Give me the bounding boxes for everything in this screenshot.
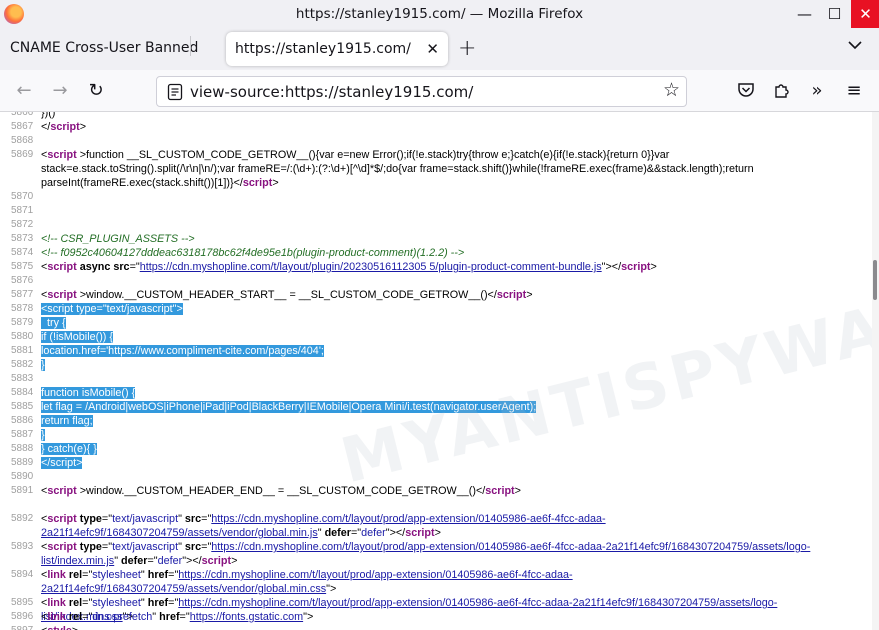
line-number: 5871 bbox=[11, 205, 34, 216]
url-bar[interactable]: view-source:https://stanley1915.com/ ☆ bbox=[156, 76, 687, 107]
line-number: 5881 bbox=[11, 345, 34, 356]
extensions-button[interactable] bbox=[770, 78, 794, 102]
window-titlebar: https://stanley1915.com/ — Mozilla Firef… bbox=[0, 0, 879, 30]
source-code-text: <script >window.__CUSTOM_HEADER_START__ … bbox=[41, 289, 533, 301]
line-number: 5869 bbox=[11, 149, 34, 160]
list-all-tabs-button[interactable] bbox=[848, 38, 862, 54]
line-number: 5867 bbox=[11, 121, 34, 132]
line-number: 5893 bbox=[11, 541, 34, 552]
url-text[interactable]: view-source:https://stanley1915.com/ bbox=[190, 83, 473, 101]
line-number: 5872 bbox=[11, 219, 34, 230]
line-number: 5875 bbox=[11, 261, 34, 272]
source-code-text: <!-- CSR_PLUGIN_ASSETS --> bbox=[41, 233, 195, 245]
source-code-text: } bbox=[41, 359, 45, 371]
maximize-button[interactable]: ☐ bbox=[820, 0, 849, 28]
line-number: 5889 bbox=[11, 457, 34, 468]
line-number: 5894 bbox=[11, 569, 34, 580]
source-code-text: if (!isMobile()) { bbox=[41, 331, 113, 343]
source-code-text: <style> bbox=[41, 624, 866, 630]
line-number: 5888 bbox=[11, 443, 34, 454]
source-code-text: <script async src="https://cdn.myshoplin… bbox=[41, 261, 657, 273]
line-number: 5884 bbox=[11, 387, 34, 398]
source-code-text: </script> bbox=[41, 121, 87, 133]
line-number: 5885 bbox=[11, 401, 34, 412]
line-number: 5874 bbox=[11, 247, 34, 258]
new-tab-button[interactable]: + bbox=[458, 36, 476, 61]
source-code-text: } bbox=[41, 429, 45, 441]
app-menu-button[interactable]: ≡ bbox=[842, 78, 866, 102]
line-number: 5892 bbox=[11, 513, 34, 524]
line-number: 5897 bbox=[11, 624, 39, 630]
line-number: 5891 bbox=[11, 485, 34, 496]
tab-stanley1915[interactable]: https://stanley1915.com/ ✕ bbox=[226, 32, 448, 66]
line-number: 5896 bbox=[11, 611, 34, 622]
source-code-text: <!-- f0952c40604127dddeac6318178bc62f4de… bbox=[41, 247, 465, 259]
source-code-text: location.href='https://www.compliment-ci… bbox=[41, 345, 324, 357]
source-code-text: <link rel="dns-prefetch" href="https://f… bbox=[41, 611, 314, 623]
tab-close-icon[interactable]: ✕ bbox=[426, 40, 439, 58]
puzzle-piece-icon bbox=[775, 84, 789, 98]
pocket-button[interactable] bbox=[734, 78, 758, 102]
source-code-text: return flag; bbox=[41, 415, 93, 427]
more-tools-button[interactable]: » bbox=[805, 78, 829, 102]
line-number: 5868 bbox=[11, 135, 34, 146]
line-number: 5890 bbox=[11, 471, 34, 482]
close-window-button[interactable]: ✕ bbox=[851, 0, 879, 28]
line-number: 5873 bbox=[11, 233, 34, 244]
bookmark-star-icon[interactable]: ☆ bbox=[663, 79, 680, 101]
source-code-text: <script >window.__CUSTOM_HEADER_END__ = … bbox=[41, 485, 521, 497]
tab-cname-cross-user[interactable]: CNAME Cross-User Banned bbox=[0, 30, 222, 66]
tab-separator bbox=[190, 36, 191, 56]
source-code-text: <script type="text/javascript" src="http… bbox=[41, 541, 811, 567]
source-code-text: <link rel="stylesheet" href="https://cdn… bbox=[41, 569, 573, 595]
line-number: 5886 bbox=[11, 415, 34, 426]
line-number: 5879 bbox=[11, 317, 34, 328]
pocket-icon bbox=[738, 83, 754, 97]
line-number: 5887 bbox=[11, 429, 34, 440]
line-number: 5876 bbox=[11, 275, 34, 286]
tab-label: https://stanley1915.com/ bbox=[235, 41, 411, 57]
scrollbar-thumb[interactable] bbox=[873, 260, 877, 300]
chevron-down-icon bbox=[848, 41, 862, 50]
source-code-text: <script type="text/javascript" src="http… bbox=[41, 513, 606, 539]
line-number: 5878 bbox=[11, 303, 34, 314]
source-code-text: function isMobile() { bbox=[41, 387, 136, 399]
source-code-text: })() bbox=[41, 112, 56, 119]
tab-strip: CNAME Cross-User Banned https://stanley1… bbox=[0, 30, 879, 70]
tab-label: CNAME Cross-User Banned bbox=[10, 40, 199, 56]
source-code-text: let flag = /Android|webOS|iPhone|iPad|iP… bbox=[41, 401, 537, 413]
line-number: 5866 bbox=[11, 112, 34, 118]
minimize-button[interactable]: — bbox=[790, 0, 819, 28]
line-number: 5877 bbox=[11, 289, 34, 300]
view-source-content[interactable]: 5866 })() 5867 </script> 5868 5869 <script >fu… bbox=[0, 112, 879, 630]
source-code-text: } catch(e){ } bbox=[41, 443, 97, 455]
line-number: 5895 bbox=[11, 597, 34, 608]
line-number: 5870 bbox=[11, 191, 34, 202]
window-title: https://stanley1915.com/ — Mozilla Firef… bbox=[295, 6, 584, 22]
source-code-text: try { bbox=[41, 317, 66, 329]
source-code-text: </script> bbox=[41, 457, 83, 469]
source-code-text: <script type="text/javascript"> bbox=[41, 303, 183, 315]
forward-button[interactable]: → bbox=[48, 78, 72, 102]
line-number: 5883 bbox=[11, 373, 34, 384]
line-number: 5882 bbox=[11, 359, 34, 370]
vertical-scrollbar[interactable] bbox=[872, 112, 879, 630]
navigation-toolbar: ← → ↻ view-source:https://stanley1915.co… bbox=[0, 70, 879, 112]
source-code-text: <script >function __SL_CUSTOM_CODE_GETRO… bbox=[41, 149, 757, 189]
line-number: 5880 bbox=[11, 331, 34, 342]
reload-button[interactable]: ↻ bbox=[84, 78, 108, 102]
back-button[interactable]: ← bbox=[12, 78, 36, 102]
page-info-icon[interactable] bbox=[167, 83, 183, 101]
